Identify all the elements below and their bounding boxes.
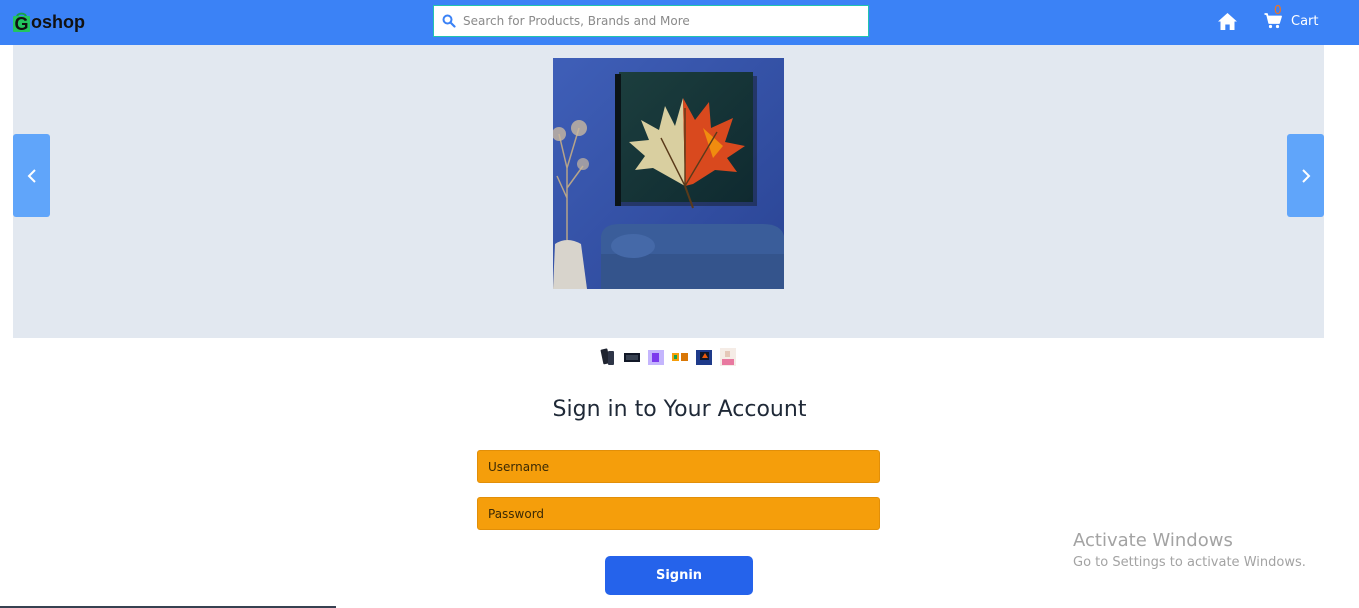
password-field[interactable] [477,497,880,530]
signin-button[interactable]: Signin [605,556,753,595]
carousel-thumbnail[interactable] [695,347,713,367]
carousel-next-button[interactable] [1287,134,1324,217]
chevron-right-icon [1301,168,1310,183]
watermark-subtitle: Go to Settings to activate Windows. [1073,555,1306,570]
carousel-thumbnail[interactable] [719,347,737,367]
logo-letter: G [14,14,29,34]
shopping-cart-icon [1264,13,1282,29]
search-input[interactable] [461,6,868,36]
signin-title: Sign in to Your Account [552,397,807,422]
search-bar [433,5,869,37]
search-icon[interactable] [442,14,456,28]
chevron-left-icon [27,168,36,183]
shopping-bag-icon: G [12,11,31,33]
carousel-slide-image [553,58,784,289]
carousel-thumbnail[interactable] [647,347,665,367]
carousel-thumbnails [599,347,737,369]
cart-button[interactable]: Cart [1264,8,1319,34]
username-field[interactable] [477,450,880,483]
carousel-prev-button[interactable] [13,134,50,217]
carousel-thumbnail[interactable] [671,347,689,367]
windows-activation-watermark: Activate Windows Go to Settings to activ… [1073,530,1306,574]
home-icon[interactable] [1217,12,1238,31]
watermark-title: Activate Windows [1073,530,1233,551]
navbar: G oshop 0 Cart [0,0,1359,45]
image-carousel [13,45,1324,338]
logo[interactable]: G oshop [12,9,85,35]
cart-label: Cart [1291,13,1319,29]
carousel-thumbnail[interactable] [623,347,641,367]
carousel-thumbnail[interactable] [599,347,617,367]
logo-text: oshop [31,11,85,32]
